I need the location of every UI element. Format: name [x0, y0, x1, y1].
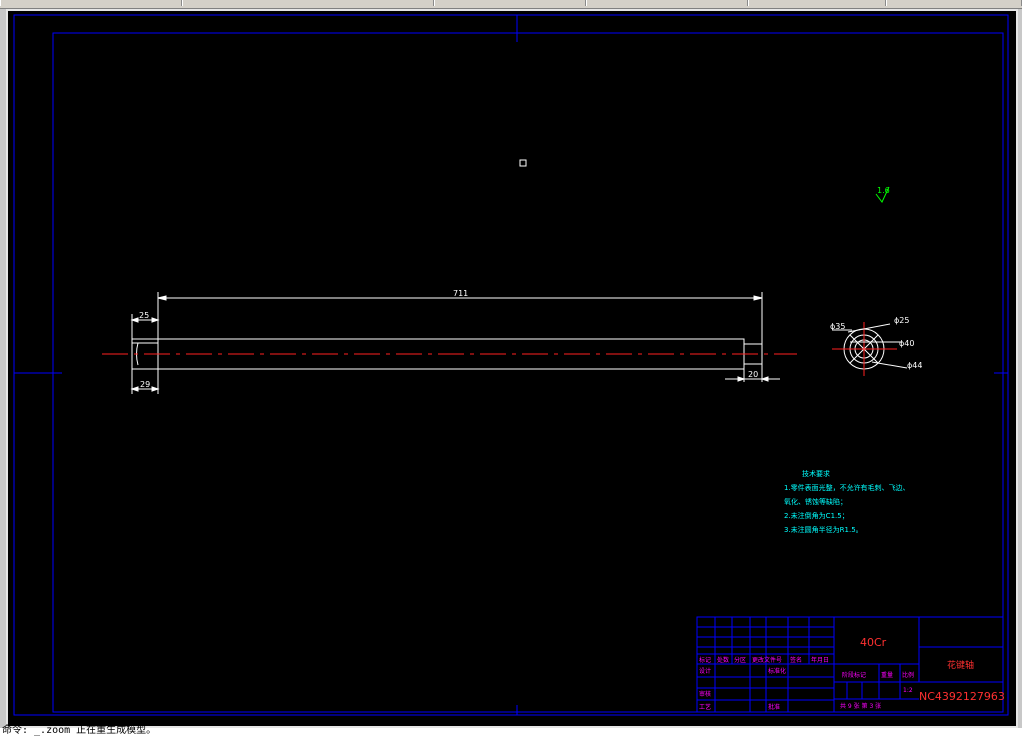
svg-text:标记: 标记	[699, 656, 711, 664]
drawing-canvas[interactable]: 1.6 711 25 29 20 ɸ35 ɸ25 ɸ40 ɸ44 技术要求 1.…	[6, 9, 1018, 728]
inner-frame	[52, 32, 1004, 713]
scale-value: 1:2	[903, 687, 913, 694]
toolbar-segment[interactable]	[434, 0, 586, 6]
svg-text:工艺: 工艺	[699, 703, 711, 711]
drawing-number-text: NC4392127963	[919, 690, 1005, 703]
dimension-left-bottom-label: 29	[140, 380, 150, 389]
svg-text:处数: 处数	[717, 656, 729, 664]
tech-note-line: 3.未注圆角半径为R1.5。	[784, 525, 863, 534]
svg-text:审核: 审核	[699, 690, 711, 698]
roughness-symbol: 1.6	[875, 186, 890, 203]
pickbox-cursor	[519, 159, 527, 167]
part-name-text: 花键轴	[947, 659, 974, 671]
svg-text:设计: 设计	[699, 667, 711, 675]
svg-text:更改文件号: 更改文件号	[752, 656, 782, 664]
material-text: 40Cr	[860, 636, 887, 649]
dimension-overall-label: 711	[453, 289, 468, 298]
svg-text:年月日: 年月日	[811, 656, 829, 664]
toolbar-segment[interactable]	[748, 0, 886, 6]
command-line-bar[interactable]: 命令: _.zoom 正在重生成模型。	[0, 725, 1022, 736]
tech-notes-heading: 技术要求	[802, 469, 830, 478]
diameter-label-35: ɸ35	[830, 322, 845, 331]
tech-note-line: 1.零件表面光整，不允许有毛刺、飞边、	[784, 483, 910, 492]
technical-notes: 技术要求 1.零件表面光整，不允许有毛刺、飞边、 氧化、锈蚀等缺陷； 2.未注倒…	[784, 469, 910, 534]
svg-text:重量: 重量	[881, 671, 893, 679]
svg-text:批准: 批准	[768, 703, 780, 711]
tech-note-line: 2.未注倒角为C1.5；	[784, 511, 849, 520]
roughness-value: 1.6	[877, 186, 890, 195]
tech-note-line: 氧化、锈蚀等缺陷；	[784, 497, 847, 506]
svg-text:阶段标记: 阶段标记	[842, 671, 866, 679]
outer-frame	[13, 14, 1009, 716]
svg-text:共 9 张 第 3 张: 共 9 张 第 3 张	[840, 702, 881, 710]
toolbar-segment[interactable]	[182, 0, 434, 6]
toolbar-strip	[0, 0, 1022, 9]
dimension-right-step-label: 20	[748, 370, 758, 379]
command-line-text: 命令: _.zoom 正在重生成模型。	[2, 725, 157, 736]
svg-text:比例: 比例	[902, 671, 914, 679]
toolbar-segment[interactable]	[586, 0, 748, 6]
svg-text:签名: 签名	[790, 656, 802, 664]
diameter-label-40: ɸ40	[899, 339, 914, 348]
toolbar-segment[interactable]	[0, 0, 182, 6]
centering-marks	[14, 15, 1008, 715]
diameter-label-44: ɸ44	[907, 361, 922, 370]
dimension-left-top-label: 25	[139, 311, 149, 320]
toolbar-segment[interactable]	[886, 0, 1022, 6]
cad-drawing: 1.6 711 25 29 20 ɸ35 ɸ25 ɸ40 ɸ44 技术要求 1.…	[13, 14, 1009, 716]
svg-text:分区: 分区	[734, 656, 746, 664]
svg-text:标准化: 标准化	[768, 667, 786, 675]
diameter-label-25: ɸ25	[894, 316, 909, 325]
dimension-overall	[157, 292, 763, 344]
